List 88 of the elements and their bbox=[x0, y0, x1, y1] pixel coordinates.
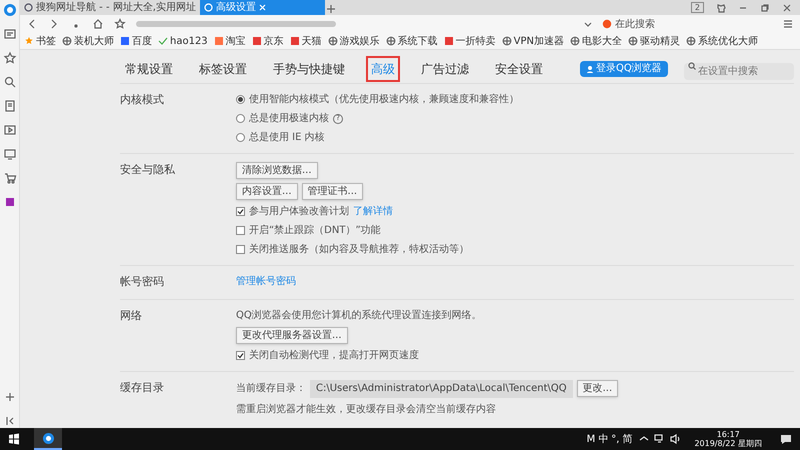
settings-tab[interactable]: 手势与快捷键 bbox=[268, 56, 350, 82]
notification-icon[interactable] bbox=[780, 433, 792, 445]
menu-icon[interactable] bbox=[782, 18, 794, 30]
square-icon bbox=[214, 36, 224, 46]
bookmark-item[interactable]: hao123 bbox=[158, 34, 208, 48]
settings-button[interactable]: 管理证书... bbox=[302, 183, 364, 200]
bookmark-item[interactable]: 京东 bbox=[252, 34, 284, 48]
search-engine-icon[interactable] bbox=[602, 19, 612, 29]
card-icon[interactable] bbox=[2, 27, 16, 41]
home-icon[interactable] bbox=[92, 18, 104, 30]
bookmark-item[interactable]: VPN加速器 bbox=[502, 34, 564, 48]
bookmark-item[interactable]: 书签 bbox=[24, 34, 56, 48]
square-icon bbox=[252, 36, 262, 46]
checkbox-label: 关闭推送服务（如内容及导航推荐，特权活动等） bbox=[249, 242, 469, 257]
bookmark-item[interactable]: 系统优化大师 bbox=[686, 34, 758, 48]
settings-button[interactable]: 内容设置... bbox=[236, 183, 298, 200]
close-icon[interactable] bbox=[782, 2, 792, 12]
clock-date: 2019/8/22 星期四 bbox=[694, 439, 762, 448]
radio-button[interactable] bbox=[236, 114, 245, 123]
clock-time: 16:17 bbox=[716, 430, 740, 439]
section-title: 缓存目录 bbox=[120, 380, 165, 396]
checkbox[interactable] bbox=[236, 245, 245, 254]
radio-button[interactable] bbox=[236, 133, 245, 142]
checkbox[interactable] bbox=[236, 350, 245, 360]
bookmark-item[interactable]: 百度 bbox=[120, 34, 152, 48]
restore-icon[interactable] bbox=[760, 2, 770, 12]
radio-label: 总是使用 IE 内核 bbox=[249, 130, 325, 145]
description-text: QQ浏览器会使用您计算机的系统代理设置连接到网络。 bbox=[236, 308, 482, 322]
bookmark-item[interactable]: 装机大师 bbox=[62, 34, 114, 48]
settings-button[interactable]: 清除浏览数据... bbox=[236, 162, 318, 179]
shirt-icon[interactable] bbox=[716, 2, 726, 12]
checkbox[interactable] bbox=[236, 207, 245, 216]
checkbox-label: 开启“禁止跟踪（DNT）”功能 bbox=[249, 224, 381, 238]
square-icon bbox=[444, 36, 454, 46]
star-icon bbox=[24, 36, 34, 46]
ime-indicator[interactable]: 中 bbox=[598, 432, 608, 446]
checkmark-icon bbox=[237, 352, 244, 358]
checkbox-label: 关闭自动检测代理，提高打开网页速度 bbox=[249, 348, 419, 362]
search-icon[interactable] bbox=[688, 62, 696, 70]
radio-label: 使用智能内核模式（优先使用极速内核，兼顾速度和兼容性） bbox=[249, 92, 519, 107]
bookmark-item[interactable]: 淘宝 bbox=[214, 34, 246, 48]
settings-tab[interactable]: 标签设置 bbox=[194, 56, 252, 82]
radio-button[interactable] bbox=[236, 95, 245, 104]
browser-logo-icon[interactable] bbox=[42, 432, 54, 444]
section-title: 帐号密码 bbox=[120, 274, 165, 290]
section-title: 内核模式 bbox=[120, 92, 165, 108]
play-icon[interactable] bbox=[2, 123, 16, 137]
bookmark-item[interactable]: 游戏娱乐 bbox=[328, 34, 380, 48]
checkbox-label: 参与用户体验改善计划 bbox=[249, 204, 349, 219]
settings-tab[interactable]: 安全设置 bbox=[490, 56, 548, 82]
counter-badge[interactable]: 2 bbox=[690, 2, 704, 13]
bookmark-item[interactable]: 系统下载 bbox=[386, 34, 438, 48]
start-icon[interactable] bbox=[8, 433, 20, 445]
check-icon bbox=[158, 36, 168, 46]
section-title: 安全与隐私 bbox=[120, 162, 176, 178]
document-icon[interactable] bbox=[2, 99, 16, 113]
star-icon[interactable] bbox=[114, 18, 126, 30]
settings-search-field[interactable]: 在设置中搜索 bbox=[684, 62, 794, 80]
ime-indicator[interactable]: M bbox=[586, 432, 596, 446]
settings-button[interactable]: 更改... bbox=[576, 380, 618, 397]
square-icon bbox=[290, 36, 300, 46]
checkbox[interactable] bbox=[236, 226, 245, 235]
search-field[interactable]: 在此搜索 bbox=[615, 16, 735, 32]
bookmark-item[interactable]: 天猫 bbox=[290, 34, 322, 48]
person-icon[interactable] bbox=[586, 64, 594, 72]
checkmark-icon bbox=[237, 208, 244, 215]
caret-icon[interactable] bbox=[584, 20, 592, 28]
bookmark-item[interactable]: 驱动精灵 bbox=[628, 34, 680, 48]
cache-path-field[interactable]: C:\Users\Administrator\AppData\Local\Tencent\QQ bbox=[310, 380, 573, 398]
new-tab-icon[interactable] bbox=[324, 3, 337, 15]
volume-icon[interactable] bbox=[670, 433, 682, 445]
settings-button[interactable]: 更改代理服务器设置... bbox=[236, 326, 348, 344]
bookmark-item[interactable]: 电影大全 bbox=[570, 34, 622, 48]
star-icon[interactable] bbox=[2, 51, 16, 65]
login-button[interactable]: 登录QQ浏览器 bbox=[580, 60, 668, 76]
description-text: 需重启浏览器才能生效，更改缓存目录会清空当前缓存内容 bbox=[236, 402, 497, 416]
settings-tab[interactable]: 广告过滤 bbox=[416, 56, 474, 82]
settings-tab[interactable]: 常规设置 bbox=[120, 56, 178, 82]
radio-label: 总是使用极速内核 bbox=[249, 112, 329, 126]
screen-icon[interactable] bbox=[2, 147, 16, 161]
field-label: 当前缓存目录： bbox=[236, 382, 306, 396]
taskbar-app-button[interactable] bbox=[34, 428, 62, 450]
search-icon[interactable] bbox=[2, 75, 16, 89]
ime-indicator[interactable]: 简 bbox=[622, 432, 632, 446]
section-title: 网络 bbox=[120, 308, 143, 324]
ime-indicator[interactable]: °, bbox=[611, 432, 620, 446]
bookmark-item[interactable]: 一折特卖 bbox=[444, 34, 496, 48]
cart-icon[interactable] bbox=[2, 171, 16, 185]
